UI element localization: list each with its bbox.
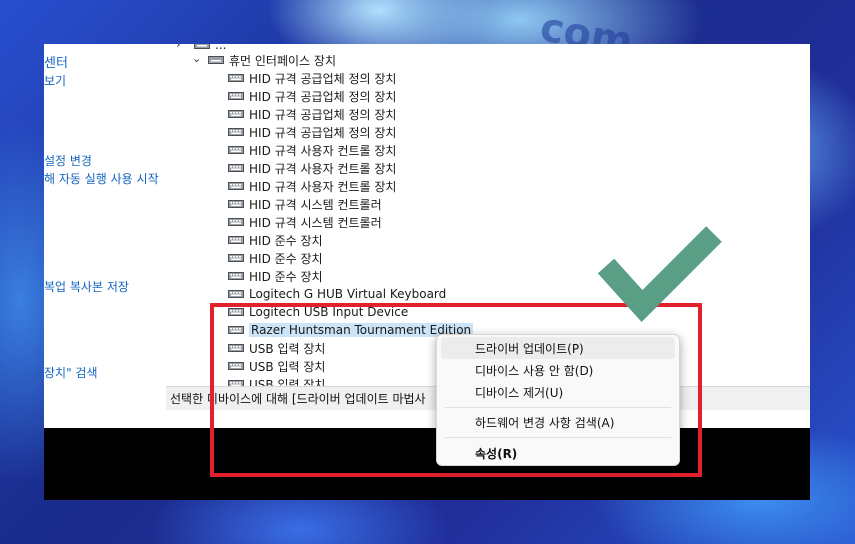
device-row[interactable]: HID 규격 공급업체 정의 장치 xyxy=(228,69,396,87)
hid-device-icon xyxy=(228,90,244,102)
device-row[interactable]: HID 규격 공급업체 정의 장치 xyxy=(228,105,396,123)
device-row[interactable]: Logitech G HUB Virtual Keyboard xyxy=(228,285,446,303)
device-icon xyxy=(194,44,210,51)
sidebar-link-view[interactable]: 보기 xyxy=(44,72,66,89)
hid-device-icon xyxy=(228,252,244,264)
sidebar-link-search[interactable]: 장치" 검색 xyxy=(44,364,98,381)
sidebar-link-backup[interactable]: 복업 복사본 저장 xyxy=(44,278,129,295)
device-row[interactable]: HID 규격 시스템 컨트롤러 xyxy=(228,213,382,231)
control-panel-sidebar: 센터 보기 설정 변경 해 자동 실행 사용 시작 복업 복사본 저장 장치" … xyxy=(44,44,167,428)
sidebar-link-center[interactable]: 센터 xyxy=(44,52,68,71)
device-row[interactable]: HID 준수 장치 xyxy=(228,267,323,285)
device-row[interactable]: HID 준수 장치 xyxy=(228,231,323,249)
tree-category-hid[interactable]: ⌄ 휴먼 인터페이스 장치 xyxy=(192,51,336,69)
hid-device-icon xyxy=(228,270,244,282)
hid-device-icon xyxy=(228,126,244,138)
hid-device-icon xyxy=(228,216,244,228)
hid-device-icon xyxy=(228,180,244,192)
hid-device-icon xyxy=(228,162,244,174)
device-row[interactable]: HID 규격 사용자 컨트롤 장치 xyxy=(228,177,396,195)
hid-device-icon xyxy=(228,144,244,156)
device-row[interactable]: HID 규격 사용자 컨트롤 장치 xyxy=(228,159,396,177)
device-row[interactable]: HID 규격 시스템 컨트롤러 xyxy=(228,195,382,213)
hid-category-icon xyxy=(208,54,224,66)
menu-item-uninstall-device[interactable]: 디바이스 제거(U) xyxy=(441,381,675,403)
hid-device-icon xyxy=(228,198,244,210)
menu-item-properties[interactable]: 속성(R) xyxy=(441,442,675,464)
menu-separator xyxy=(445,437,671,438)
device-row[interactable]: HID 규격 공급업체 정의 장치 xyxy=(228,87,396,105)
sidebar-link-autoplay[interactable]: 해 자동 실행 사용 시작 xyxy=(44,170,159,187)
device-row[interactable]: HID 준수 장치 xyxy=(228,249,323,267)
device-row[interactable]: HID 규격 사용자 컨트롤 장치 xyxy=(228,141,396,159)
device-row[interactable]: HID 규격 공급업체 정의 장치 xyxy=(228,123,396,141)
context-menu: 드라이버 업데이트(P) 디바이스 사용 안 함(D) 디바이스 제거(U) 하… xyxy=(436,334,680,466)
hid-device-icon xyxy=(228,234,244,246)
menu-item-update-driver[interactable]: 드라이버 업데이트(P) xyxy=(441,337,675,359)
hid-device-icon xyxy=(228,72,244,84)
hid-device-icon xyxy=(228,288,244,300)
menu-item-scan-hardware[interactable]: 하드웨어 변경 사항 검색(A) xyxy=(441,411,675,433)
menu-item-disable-device[interactable]: 디바이스 사용 안 함(D) xyxy=(441,359,675,381)
checkmark-icon xyxy=(597,226,722,322)
chevron-down-icon[interactable]: ⌄ xyxy=(192,52,201,65)
menu-separator xyxy=(445,407,671,408)
sidebar-link-settings[interactable]: 설정 변경 xyxy=(44,152,92,169)
chevron-right-icon: › xyxy=(176,44,181,51)
hid-device-icon xyxy=(228,108,244,120)
